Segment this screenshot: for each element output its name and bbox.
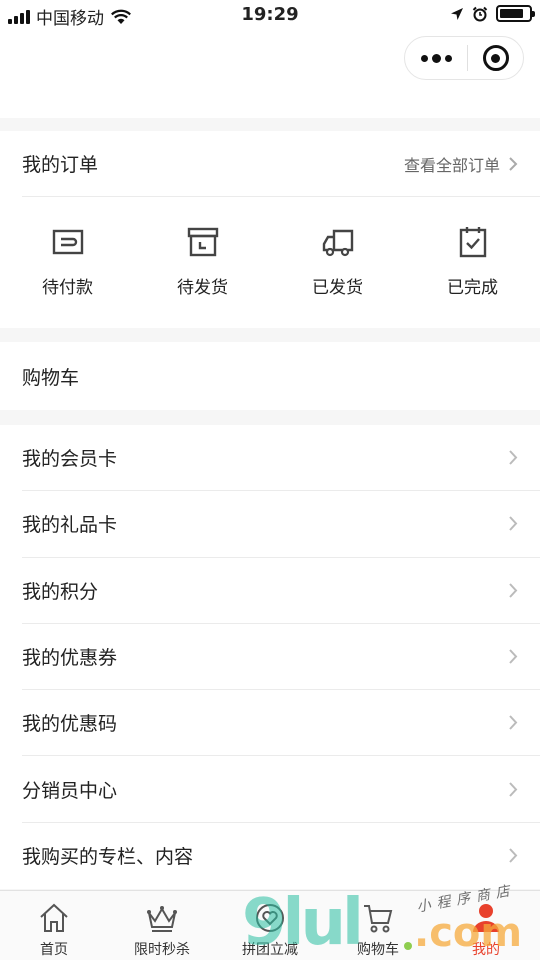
- menu-item-label: 我的礼品卡: [22, 514, 118, 537]
- tab-label: 拼团立减: [242, 942, 298, 958]
- heart-icon: [256, 904, 284, 932]
- tab-flash-sale[interactable]: 限时秒杀: [108, 891, 216, 960]
- menu-item-label: 我的会员卡: [22, 448, 118, 471]
- cart-title: 购物车: [22, 366, 80, 389]
- menu-item-label: 我购买的专栏、内容: [22, 846, 194, 869]
- tab-label: 购物车: [357, 942, 399, 958]
- chevron-right-icon: [509, 715, 518, 731]
- order-status-pending-payment[interactable]: 待付款: [0, 197, 135, 327]
- chevron-right-icon: [509, 781, 518, 797]
- chevron-right-icon: [509, 516, 518, 532]
- menu-item-label: 我的积分: [22, 580, 99, 603]
- order-status-label: 待付款: [42, 278, 93, 298]
- view-all-orders-label: 查看全部订单: [403, 155, 500, 175]
- tab-label: 限时秒杀: [134, 942, 190, 958]
- chevron-right-icon: [509, 450, 518, 465]
- orders-header: 我的订单 查看全部订单: [22, 131, 540, 197]
- tab-cart[interactable]: 购物车: [324, 891, 432, 960]
- menu-item-label: 我的优惠券: [22, 647, 118, 670]
- menu-item-label: 分销员中心: [22, 779, 118, 802]
- tab-label: 我的: [472, 942, 500, 958]
- box-icon: [187, 227, 218, 257]
- menu-item-gift-card[interactable]: 我的礼品卡: [22, 491, 540, 558]
- order-status-label: 已完成: [447, 278, 498, 298]
- cart-icon: [364, 905, 393, 933]
- account-menu: 我的会员卡 我的礼品卡 我的积分 我的优惠券 我的优惠码 分销员中心 我购买的专…: [0, 425, 540, 889]
- tab-label: 首页: [40, 942, 68, 958]
- menu-item-coupon-codes[interactable]: 我的优惠码: [22, 690, 540, 757]
- order-status-shipped[interactable]: 已发货: [270, 197, 405, 327]
- tab-bar: 首页 限时秒杀 拼团立减 购物车 我的: [0, 890, 540, 960]
- chevron-right-icon: [509, 848, 518, 864]
- menu-item-coupons[interactable]: 我的优惠券: [22, 624, 540, 691]
- orders-title: 我的订单: [22, 154, 99, 176]
- location-arrow-icon: [451, 7, 463, 20]
- tab-home[interactable]: 首页: [0, 891, 108, 960]
- chevron-right-icon: [509, 156, 518, 171]
- home-icon: [40, 903, 68, 932]
- tab-profile[interactable]: 我的: [432, 891, 540, 960]
- clipboard-check-icon: [459, 227, 486, 258]
- more-icon[interactable]: [405, 53, 467, 63]
- close-mini-program-button[interactable]: [468, 45, 523, 71]
- order-status-pending-shipment[interactable]: 待发货: [135, 197, 270, 327]
- orders-section: 我的订单 查看全部订单 待付款 待发货 已发货 已完成: [0, 131, 540, 328]
- order-status-completed[interactable]: 已完成: [405, 197, 540, 327]
- wallet-icon: [52, 229, 83, 255]
- menu-item-purchased-content[interactable]: 我购买的专栏、内容: [22, 823, 540, 889]
- truck-icon: [322, 229, 353, 257]
- battery-icon: [496, 5, 535, 22]
- status-right: [450, 5, 535, 22]
- mini-program-capsule: [404, 36, 524, 80]
- menu-item-distributor-center[interactable]: 分销员中心: [22, 756, 540, 823]
- status-bar: 中国移动 19:29: [0, 0, 540, 30]
- tab-group-buy[interactable]: 拼团立减: [216, 891, 324, 960]
- menu-item-points[interactable]: 我的积分: [22, 558, 540, 624]
- menu-item-label: 我的优惠码: [22, 713, 118, 736]
- user-icon: [473, 904, 499, 932]
- order-status-list: 待付款 待发货 已发货 已完成: [0, 197, 540, 327]
- chevron-right-icon: [509, 583, 518, 598]
- alarm-icon: [472, 6, 488, 21]
- nav-bar: [0, 30, 540, 118]
- view-all-orders-link[interactable]: 查看全部订单: [404, 152, 518, 176]
- order-status-label: 已发货: [312, 278, 363, 298]
- chevron-right-icon: [509, 649, 518, 664]
- order-status-label: 待发货: [177, 278, 228, 298]
- menu-item-membership-card[interactable]: 我的会员卡: [22, 425, 540, 492]
- crown-icon: [147, 906, 177, 932]
- target-icon: [482, 45, 509, 71]
- cart-row[interactable]: 购物车: [0, 342, 540, 410]
